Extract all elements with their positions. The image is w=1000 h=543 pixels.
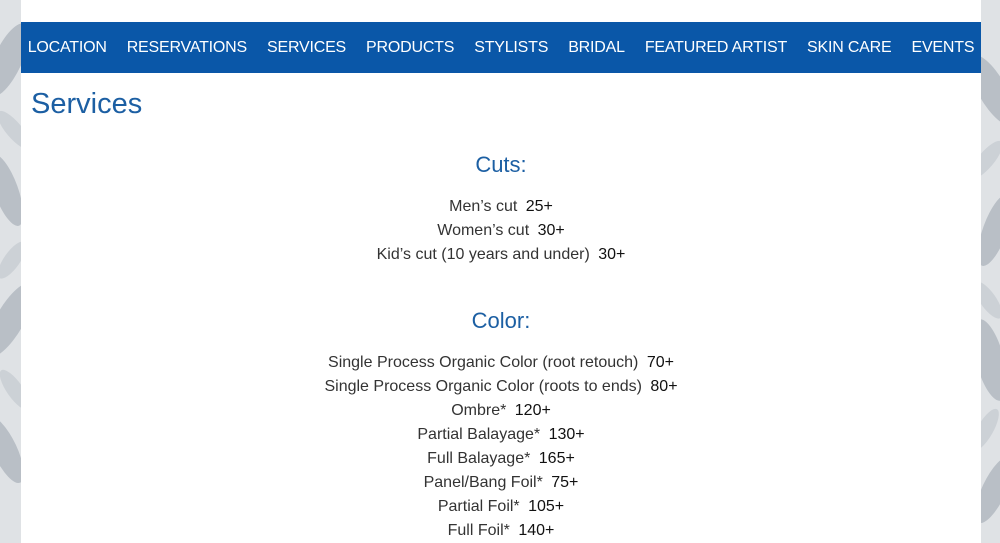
list-item: Partial Foil* 105+	[21, 495, 981, 519]
cuts-list: Men’s cut 25+ Women’s cut 30+ Kid’s cut …	[21, 195, 981, 267]
service-price: 70+	[646, 354, 674, 371]
list-item: Single Process Organic Color (roots to e…	[21, 375, 981, 399]
nav-item-bridal[interactable]: BRIDAL	[568, 39, 625, 57]
service-price: 25+	[525, 198, 553, 215]
service-name: Kid’s cut (10 years and under)	[376, 246, 590, 263]
color-list: Single Process Organic Color (root retou…	[21, 351, 981, 543]
nav-item-products[interactable]: PRODUCTS	[366, 39, 454, 57]
service-name: Single Process Organic Color (roots to e…	[324, 378, 642, 395]
service-name: Panel/Bang Foil*	[423, 474, 543, 491]
list-item: Full Foil* 140+	[21, 519, 981, 543]
service-price: 165+	[538, 450, 575, 467]
cuts-heading: Cuts:	[475, 152, 527, 177]
service-name: Single Process Organic Color (root retou…	[328, 354, 639, 371]
list-item: Women’s cut 30+	[21, 219, 981, 243]
nav-item-skin-care[interactable]: SKIN CARE	[807, 39, 892, 57]
list-item: Partial Balayage* 130+	[21, 423, 981, 447]
nav-item-location[interactable]: LOCATION	[28, 39, 107, 57]
service-name: Men’s cut	[449, 198, 518, 215]
main-nav: LOCATION RESERVATIONS SERVICES PRODUCTS …	[21, 22, 981, 73]
color-heading: Color:	[471, 308, 531, 333]
list-item: Full Balayage* 165+	[21, 447, 981, 471]
nav-item-stylists[interactable]: STYLISTS	[474, 39, 548, 57]
service-name: Partial Foil*	[437, 498, 520, 515]
service-name: Partial Balayage*	[417, 426, 541, 443]
service-name: Full Foil*	[447, 522, 510, 539]
nav-item-featured-artist[interactable]: FEATURED ARTIST	[645, 39, 787, 57]
nav-item-reservations[interactable]: RESERVATIONS	[127, 39, 247, 57]
nav-item-services[interactable]: SERVICES	[267, 39, 346, 57]
service-price: 140+	[518, 522, 555, 539]
list-item: Panel/Bang Foil* 75+	[21, 471, 981, 495]
service-name: Ombre*	[451, 402, 507, 419]
service-price: 80+	[650, 378, 678, 395]
page-container: LOCATION RESERVATIONS SERVICES PRODUCTS …	[21, 0, 981, 543]
nav-item-events[interactable]: EVENTS	[911, 39, 974, 57]
list-item: Men’s cut 25+	[21, 195, 981, 219]
service-price: 30+	[537, 222, 565, 239]
service-price: 75+	[551, 474, 579, 491]
service-price: 120+	[514, 402, 551, 419]
service-price: 130+	[548, 426, 585, 443]
list-item: Ombre* 120+	[21, 399, 981, 423]
page-title: Services	[31, 88, 143, 120]
list-item: Single Process Organic Color (root retou…	[21, 351, 981, 375]
service-name: Women’s cut	[437, 222, 530, 239]
service-price: 105+	[528, 498, 565, 515]
list-item: Kid’s cut (10 years and under) 30+	[21, 243, 981, 267]
service-name: Full Balayage*	[427, 450, 531, 467]
service-price: 30+	[598, 246, 626, 263]
